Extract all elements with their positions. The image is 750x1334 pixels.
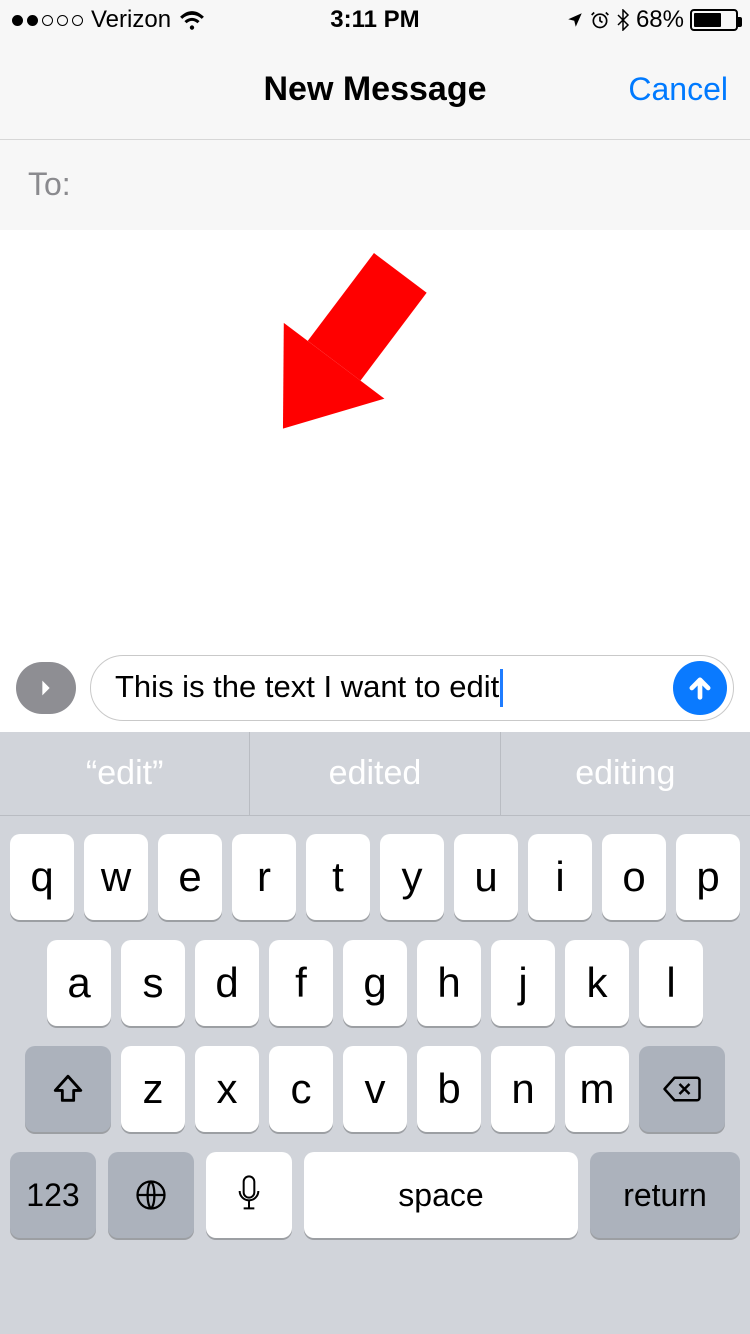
key-m[interactable]: m — [565, 1046, 629, 1132]
key-u[interactable]: u — [454, 834, 518, 920]
text-caret — [500, 669, 503, 707]
key-return[interactable]: return — [590, 1152, 740, 1238]
battery-icon — [690, 9, 738, 31]
key-globe[interactable] — [108, 1152, 194, 1238]
annotation-arrow-icon — [233, 235, 451, 467]
suggestion-3[interactable]: editing — [501, 732, 750, 815]
key-l[interactable]: l — [639, 940, 703, 1026]
key-t[interactable]: t — [306, 834, 370, 920]
key-i[interactable]: i — [528, 834, 592, 920]
key-shift[interactable] — [25, 1046, 111, 1132]
key-w[interactable]: w — [84, 834, 148, 920]
status-right: 68% — [496, 6, 738, 34]
key-o[interactable]: o — [602, 834, 666, 920]
key-r[interactable]: r — [232, 834, 296, 920]
key-x[interactable]: x — [195, 1046, 259, 1132]
status-time: 3:11 PM — [254, 6, 496, 34]
status-bar: Verizon 3:11 PM 68% — [0, 0, 750, 40]
location-icon — [566, 11, 584, 29]
key-f[interactable]: f — [269, 940, 333, 1026]
to-label: To: — [28, 166, 71, 203]
signal-strength-icon — [12, 15, 83, 26]
arrow-up-icon — [686, 674, 714, 702]
wifi-icon — [179, 10, 205, 30]
nav-bar: New Message Cancel — [0, 40, 750, 140]
key-k[interactable]: k — [565, 940, 629, 1026]
recipient-row[interactable]: To: — [0, 140, 750, 230]
key-y[interactable]: y — [380, 834, 444, 920]
key-q[interactable]: q — [10, 834, 74, 920]
cancel-button[interactable]: Cancel — [628, 71, 728, 108]
key-j[interactable]: j — [491, 940, 555, 1026]
key-n[interactable]: n — [491, 1046, 555, 1132]
page-title: New Message — [264, 70, 487, 109]
chevron-right-icon — [35, 677, 57, 699]
quicktype-row: “edit” edited editing — [0, 732, 750, 816]
key-b[interactable]: b — [417, 1046, 481, 1132]
message-input-text: This is the text I want to edit — [115, 669, 499, 704]
key-a[interactable]: a — [47, 940, 111, 1026]
key-dictation[interactable] — [206, 1152, 292, 1238]
key-z[interactable]: z — [121, 1046, 185, 1132]
bluetooth-icon — [616, 9, 630, 31]
backspace-icon — [662, 1074, 702, 1104]
key-s[interactable]: s — [121, 940, 185, 1026]
key-g[interactable]: g — [343, 940, 407, 1026]
key-backspace[interactable] — [639, 1046, 725, 1132]
send-button[interactable] — [673, 661, 727, 715]
suggestion-1[interactable]: “edit” — [0, 732, 250, 815]
message-thread: This is the text I want to edit — [0, 230, 750, 732]
globe-icon — [133, 1177, 169, 1213]
key-e[interactable]: e — [158, 834, 222, 920]
microphone-icon — [235, 1175, 263, 1215]
battery-percent: 68% — [636, 6, 684, 34]
message-input-row: This is the text I want to edit — [0, 644, 750, 732]
app-drawer-button[interactable] — [16, 662, 76, 714]
key-p[interactable]: p — [676, 834, 740, 920]
status-left: Verizon — [12, 6, 254, 34]
key-h[interactable]: h — [417, 940, 481, 1026]
key-space[interactable]: space — [304, 1152, 578, 1238]
alarm-icon — [590, 10, 610, 30]
key-numbers[interactable]: 123 — [10, 1152, 96, 1238]
key-c[interactable]: c — [269, 1046, 333, 1132]
keyboard: “edit” edited editing q w e r t y u i o … — [0, 732, 750, 1334]
shift-icon — [51, 1072, 85, 1106]
carrier-label: Verizon — [91, 6, 171, 34]
suggestion-2[interactable]: edited — [250, 732, 500, 815]
key-d[interactable]: d — [195, 940, 259, 1026]
message-input[interactable]: This is the text I want to edit — [90, 655, 734, 721]
key-v[interactable]: v — [343, 1046, 407, 1132]
